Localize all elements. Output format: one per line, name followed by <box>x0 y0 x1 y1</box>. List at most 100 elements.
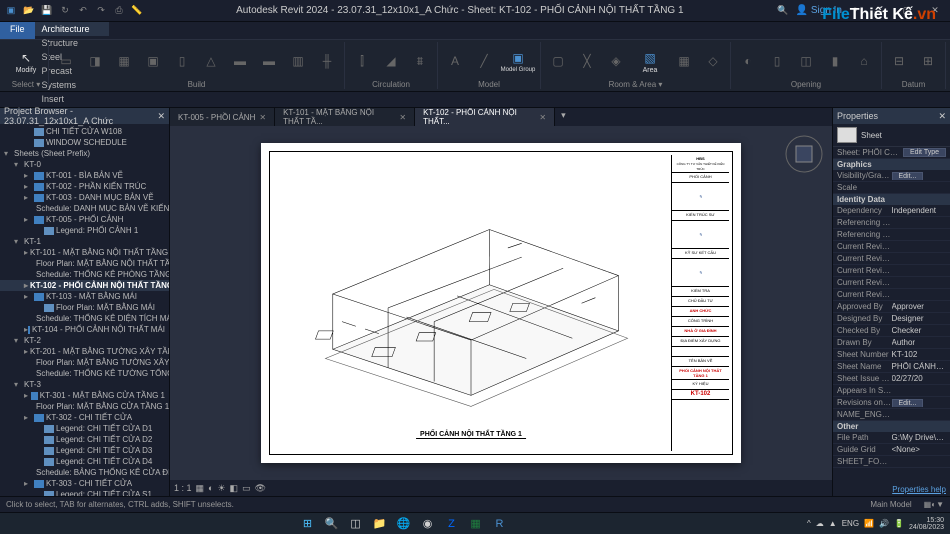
close-icon[interactable]: ✕ <box>539 113 546 122</box>
tree-item[interactable]: Schedule: BẢNG THỐNG KÊ CỬA ĐI <box>0 467 169 478</box>
tree-sheet-item[interactable]: ▸KT-303 - CHI TIẾT CỬA <box>0 478 169 489</box>
roof-button[interactable]: △ <box>198 42 224 80</box>
edit-button[interactable]: Edit... <box>892 399 924 407</box>
expander-icon[interactable]: ▸ <box>24 248 28 257</box>
tree-item[interactable]: Floor Plan: MẶT BẰNG NỘI THẤT TẦNG 1 <box>0 258 169 269</box>
door-button[interactable]: ◨ <box>82 42 108 80</box>
property-row[interactable]: File PathG:\My Drive\2. C... <box>833 432 950 444</box>
floor-button[interactable]: ▬ <box>256 42 282 80</box>
property-value[interactable] <box>892 266 947 275</box>
tree-item[interactable]: Schedule: THỐNG KÊ PHÒNG TẦNG 1 <box>0 269 169 280</box>
close-icon[interactable]: ✕ <box>259 113 266 122</box>
prop-group-identity[interactable]: Identity Data <box>833 194 950 205</box>
dormer-button[interactable]: ⌂ <box>851 42 877 80</box>
document-tab[interactable]: KT-102 - PHỐI CẢNH NỘI THẤT...✕ <box>415 108 555 126</box>
explorer-icon[interactable]: 📁 <box>371 515 389 533</box>
property-row[interactable]: Drawn ByAuthor <box>833 337 950 349</box>
expander-icon[interactable]: ▸ <box>24 292 34 301</box>
property-row[interactable]: Current Revision <box>833 289 950 301</box>
sync-icon[interactable]: ↻ <box>58 4 72 18</box>
area-button[interactable]: ▧ Area <box>632 42 668 80</box>
tree-sheet-item[interactable]: ▸KT-102 - PHỐI CẢNH NỘI THẤT TẦNG 1 <box>0 280 169 291</box>
tree-sheet-item[interactable]: ▸KT-201 - MẶT BẰNG TƯỜNG XÂY TẦNG 1 <box>0 346 169 357</box>
model-text-button[interactable]: A <box>442 42 468 80</box>
property-value[interactable] <box>892 242 947 251</box>
property-row[interactable]: Checked ByChecker <box>833 325 950 337</box>
visual-style-icon[interactable]: ◐ <box>208 483 213 493</box>
wifi-icon[interactable]: 📶 <box>864 519 874 528</box>
chevron-up-icon[interactable]: ^ <box>807 519 811 528</box>
expander-icon[interactable]: ▾ <box>4 149 14 158</box>
tree-item[interactable]: Schedule: THỐNG KÊ TƯỜNG TỔNG HỢP <box>0 368 169 379</box>
measure-icon[interactable]: 📏 <box>130 4 144 18</box>
onedrive-icon[interactable]: ▲ <box>829 519 837 528</box>
expander-icon[interactable]: ▾ <box>14 380 24 389</box>
property-row[interactable]: Sheet NumberKT-102 <box>833 349 950 361</box>
tree-group[interactable]: ▾KT-0 <box>0 159 169 170</box>
property-row[interactable]: Scale <box>833 182 950 194</box>
search-icon[interactable]: 🔍 <box>776 4 790 18</box>
tree-sheet-item[interactable]: ▸KT-003 - DANH MỤC BẢN VẼ <box>0 192 169 203</box>
battery-icon[interactable]: 🔋 <box>894 519 904 528</box>
worksets-icon[interactable]: ▦ <box>924 500 932 509</box>
ceiling-button[interactable]: ▬ <box>227 42 253 80</box>
wall-opening-button[interactable]: ◫ <box>793 42 819 80</box>
cloud-icon[interactable]: ☁ <box>816 519 824 528</box>
property-row[interactable]: Approved ByApprover <box>833 301 950 313</box>
property-value[interactable] <box>892 183 947 192</box>
tree-item[interactable]: Legend: CHI TIẾT CỬA S1 <box>0 489 169 496</box>
expander-icon[interactable]: ▸ <box>24 347 28 356</box>
property-value[interactable]: Edit... <box>892 171 947 180</box>
room-button[interactable]: ▢ <box>545 42 571 80</box>
project-browser-header[interactable]: Project Browser - 23.07.31_12x10x1_A Chứ… <box>0 108 169 124</box>
ribbon-tab-insert[interactable]: Insert <box>35 92 109 106</box>
main-model-label[interactable]: Main Model <box>870 500 911 509</box>
type-selector[interactable]: Sheet <box>833 124 950 147</box>
revit-logo-icon[interactable]: ▣ <box>4 4 18 18</box>
tree-item[interactable]: Legend: CHI TIẾT CỬA D1 <box>0 423 169 434</box>
task-view-icon[interactable]: ◫ <box>347 515 365 533</box>
tree-item[interactable]: CHI TIẾT CỬA W108 <box>0 126 169 137</box>
tree-sheet-item[interactable]: ▸KT-005 - PHỐI CẢNH <box>0 214 169 225</box>
expander-icon[interactable]: ▾ <box>14 160 24 169</box>
shadows-icon[interactable]: ◧ <box>230 483 239 494</box>
detail-level-icon[interactable]: ▦ <box>196 483 205 494</box>
project-tree[interactable]: CHI TIẾT CỬA W108WINDOW SCHEDULE▾Sheets … <box>0 124 169 496</box>
edge-icon[interactable]: 🌐 <box>395 515 413 533</box>
chrome-icon[interactable]: ◉ <box>419 515 437 533</box>
tree-sheet-item[interactable]: ▸KT-002 - PHẦN KIẾN TRÚC <box>0 181 169 192</box>
property-value[interactable]: Designer <box>892 314 947 323</box>
property-value[interactable]: Approver <box>892 302 947 311</box>
property-row[interactable]: Referencing Sh... <box>833 217 950 229</box>
save-icon[interactable]: 💾 <box>40 4 54 18</box>
tree-group[interactable]: ▾KT-2 <box>0 335 169 346</box>
property-row[interactable]: Current Revisio... <box>833 241 950 253</box>
property-row[interactable]: Guide Grid<None> <box>833 444 950 456</box>
tree-item[interactable]: Floor Plan: MẶT BẰNG TƯỜNG XÂY TẦNG 1 <box>0 357 169 368</box>
edit-button[interactable]: Edit... <box>892 172 924 180</box>
property-value[interactable]: KT-102 <box>892 350 947 359</box>
expander-icon[interactable]: ▾ <box>14 336 24 345</box>
filter-icon[interactable]: ▼ <box>936 500 944 509</box>
properties-header[interactable]: Properties ✕ <box>833 108 950 124</box>
tree-item[interactable]: Legend: CHI TIẾT CỬA D3 <box>0 445 169 456</box>
room-sep-button[interactable]: ╳ <box>574 42 600 80</box>
property-value[interactable] <box>892 290 947 299</box>
expander-icon[interactable]: ▾ <box>14 237 24 246</box>
area-boundary-button[interactable]: ▦ <box>671 42 697 80</box>
properties-help-link[interactable]: Properties help <box>833 483 950 496</box>
mullion-button[interactable]: ╫ <box>314 42 340 80</box>
zalo-icon[interactable]: Z <box>443 515 461 533</box>
tree-item[interactable]: Legend: CHI TIẾT CỬA D2 <box>0 434 169 445</box>
group-label-room-area[interactable]: Room & Area ▾ <box>545 80 726 90</box>
property-row[interactable]: SHEET_FOLDER <box>833 456 950 468</box>
property-value[interactable]: Independent <box>892 206 947 215</box>
railing-button[interactable]: ⫿ <box>349 42 375 80</box>
undo-icon[interactable]: ↶ <box>76 4 90 18</box>
property-row[interactable]: Sheet NamePHỐI CẢNH NỘ... <box>833 361 950 373</box>
tree-sheet-item[interactable]: ▸KT-301 - MẶT BẰNG CỬA TẦNG 1 <box>0 390 169 401</box>
grid-button[interactable]: ⊞ <box>915 42 941 80</box>
tree-group[interactable]: ▾KT-3 <box>0 379 169 390</box>
property-row[interactable]: Visibility/Graph...Edit... <box>833 170 950 182</box>
prop-group-other[interactable]: Other <box>833 421 950 432</box>
